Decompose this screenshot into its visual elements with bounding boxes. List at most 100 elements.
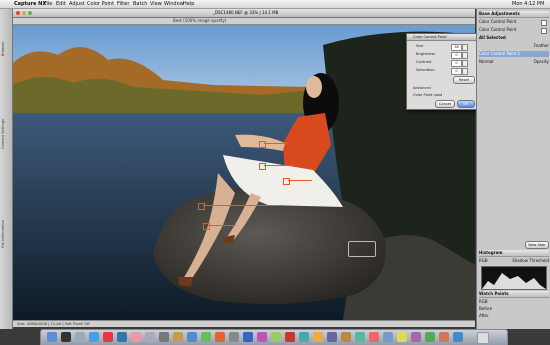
trash-icon[interactable] (477, 332, 489, 344)
dialog-title: Color Control Point (407, 34, 479, 41)
safari-icon[interactable] (89, 332, 99, 342)
color-point-slider-line[interactable] (208, 225, 236, 226)
app-icon[interactable] (341, 332, 351, 342)
stepper-icon[interactable] (462, 44, 468, 51)
app-icon[interactable] (187, 332, 197, 342)
histogram-graph (481, 266, 547, 290)
app-icon[interactable] (257, 332, 267, 342)
image-toolbar: Best (100% image quality) (13, 18, 475, 25)
watch-label: Before (479, 306, 493, 311)
ok-button[interactable]: OK (457, 100, 475, 108)
app-icon[interactable] (411, 332, 421, 342)
menu-file[interactable]: File (44, 0, 52, 8)
app-icon[interactable] (327, 332, 337, 342)
brightness-slider[interactable]: Brightness 0 (410, 51, 474, 59)
app-icon[interactable] (313, 332, 323, 342)
app-icon[interactable] (299, 332, 309, 342)
feather-label[interactable]: Feather (479, 43, 549, 49)
menu-batch[interactable]: Batch (133, 0, 147, 8)
window-title: _DSC1480.NEF @ 33% | 14.1 MB (213, 10, 279, 15)
clock: Mon 4:12 PM (512, 1, 545, 7)
all-selected-label: All Selected (479, 35, 506, 40)
opacity-label[interactable]: Opacity (479, 59, 549, 65)
base-adjustments-header[interactable]: Base Adjustments (479, 11, 549, 18)
slider-label: Saturation (416, 68, 435, 72)
enable-checkbox[interactable] (541, 28, 547, 34)
color-point-slider-line[interactable] (288, 180, 312, 181)
advanced-disclosure[interactable]: Advanced (413, 86, 431, 90)
app-icon[interactable] (243, 332, 253, 342)
control-point-list-item[interactable]: Color Control Point 1 (479, 51, 549, 57)
finder-icon[interactable] (47, 332, 57, 342)
menu-adjust[interactable]: Adjust (69, 0, 85, 8)
app-icon[interactable] (201, 332, 211, 342)
close-icon[interactable] (16, 11, 20, 15)
slider-label: Size (416, 44, 424, 48)
control-point-handle[interactable] (348, 241, 376, 257)
stepper-icon[interactable] (462, 60, 468, 67)
menu-app[interactable]: Capture NX (14, 0, 46, 8)
iphoto-icon[interactable] (131, 332, 141, 342)
menu-view[interactable]: View (150, 0, 162, 8)
app-icon[interactable] (215, 332, 225, 342)
color-control-point-dialog: Color Control Point Size 38 Brightness 0… (406, 33, 480, 110)
size-slider[interactable]: Size 38 (410, 43, 474, 51)
slider-value-field[interactable]: 0 (451, 52, 462, 59)
status-text: Size: 4288x2848 | 12-bit | Soft Proof: O… (17, 322, 90, 326)
watch-label: RGB (479, 299, 488, 304)
watch-points-header[interactable]: Watch Points (479, 291, 549, 298)
edit-step-item[interactable]: Color Control Point (479, 19, 549, 26)
color-point-used-label: Color Point used (413, 93, 443, 97)
app-icon[interactable] (439, 332, 449, 342)
app-icon[interactable] (229, 332, 239, 342)
color-point-slider-line[interactable] (264, 143, 288, 144)
saturation-slider[interactable]: Saturation 0 (410, 67, 474, 75)
left-tab-strip: Browser Camera Settings File Information (0, 9, 13, 329)
edit-list-panel: Base Adjustments Color Control Point Col… (476, 9, 550, 329)
color-point-slider-line[interactable] (264, 165, 294, 166)
app-icon[interactable] (285, 332, 295, 342)
watch-label: After (479, 313, 489, 318)
tab-file-information[interactable]: File Information (1, 209, 11, 259)
slider-value-field[interactable]: 0 (451, 60, 462, 67)
menu-window[interactable]: Window (164, 0, 184, 8)
menu-color-point[interactable]: Color Point (87, 0, 114, 8)
histogram-header[interactable]: Histogram (479, 250, 549, 257)
app-icon[interactable] (453, 332, 463, 342)
preview-icon[interactable] (145, 332, 155, 342)
enable-checkbox[interactable] (541, 20, 547, 26)
menu-filter[interactable]: Filter (117, 0, 129, 8)
itunes-icon[interactable] (117, 332, 127, 342)
dashboard-icon[interactable] (61, 332, 71, 342)
minimize-icon[interactable] (22, 11, 26, 15)
window-titlebar: _DSC1480.NEF @ 33% | 14.1 MB (13, 9, 475, 18)
color-point-slider-line[interactable] (203, 205, 283, 206)
slider-value-field[interactable]: 0 (451, 68, 462, 75)
capture-nx-icon[interactable] (173, 332, 183, 342)
ical-icon[interactable] (103, 332, 113, 342)
stepper-icon[interactable] (462, 68, 468, 75)
system-prefs-icon[interactable] (159, 332, 169, 342)
app-icon[interactable] (383, 332, 393, 342)
mail-icon[interactable] (75, 332, 85, 342)
dock (40, 329, 508, 345)
menu-bar: Capture NX File Edit Adjust Color Point … (0, 0, 550, 9)
app-icon[interactable] (425, 332, 435, 342)
tab-browser[interactable]: Browser (1, 29, 11, 69)
app-icon[interactable] (355, 332, 365, 342)
contrast-slider[interactable]: Contrast 0 (410, 59, 474, 67)
app-icon[interactable] (271, 332, 281, 342)
cancel-button[interactable]: Cancel (435, 100, 455, 108)
zoom-icon[interactable] (28, 11, 32, 15)
new-step-button[interactable]: New Step (525, 241, 549, 249)
shadow-threshold-label: Shadow Threshold (512, 258, 549, 263)
app-icon[interactable] (397, 332, 407, 342)
edit-step-item[interactable]: Color Control Point (479, 27, 549, 34)
reset-button[interactable]: Reset (453, 76, 475, 84)
slider-value-field[interactable]: 38 (451, 44, 462, 51)
menu-edit[interactable]: Edit (56, 0, 66, 8)
stepper-icon[interactable] (462, 52, 468, 59)
tab-camera-settings[interactable]: Camera Settings (1, 109, 11, 159)
menu-help[interactable]: Help (183, 0, 194, 8)
app-icon[interactable] (369, 332, 379, 342)
